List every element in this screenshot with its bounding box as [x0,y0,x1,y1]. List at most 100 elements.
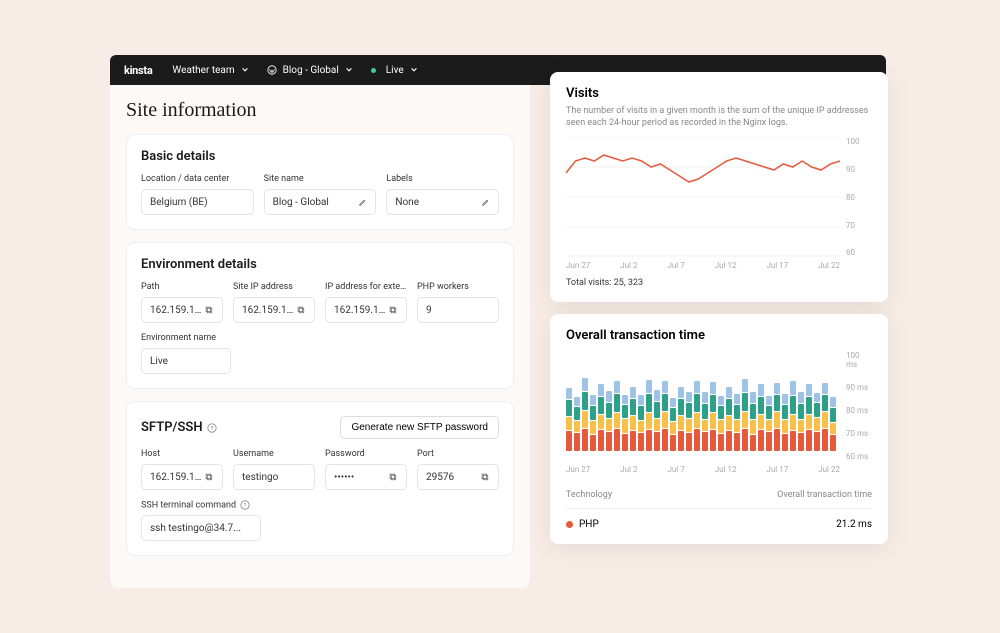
host-input[interactable]: 162.159.134.42 [141,464,223,490]
bar-segment [630,399,636,415]
bar-col [574,396,580,451]
bar-col [670,397,676,451]
pencil-icon[interactable] [481,198,490,207]
copy-icon[interactable] [389,473,398,482]
bar-segment [782,394,788,404]
bar-col [622,394,628,451]
copy-icon[interactable] [297,306,306,315]
x-tick: Jul 2 [620,465,637,474]
phpworkers-input[interactable]: 9 [417,297,499,323]
envname-input[interactable]: Live [141,348,231,374]
bar-segment [574,407,580,421]
x-tick: Jul 17 [766,465,788,474]
brand-logo: kinsta [124,64,152,77]
bar-col [598,383,604,451]
env-selector[interactable]: Live [371,65,418,76]
bar-segment [662,394,668,411]
bar-segment [798,420,804,432]
bar-segment [830,423,836,434]
labels-input[interactable]: None [386,189,499,215]
bar-segment [750,392,756,403]
bar-col [742,378,748,451]
bar-segment [590,435,596,451]
location-input[interactable]: Belgium (BE) [141,189,254,215]
bar-segment [710,382,716,394]
tech-header-row: Technology Overall transaction time [566,480,872,509]
bar-segment [782,405,788,419]
bar-segment [566,388,572,399]
bar-segment [670,408,676,422]
port-input[interactable]: 29576 [417,464,499,490]
bar-segment [790,381,796,395]
bar-segment [646,380,652,394]
help-icon[interactable]: ? [203,420,217,435]
bar-segment [694,394,700,412]
x-tick: Jul 7 [667,465,684,474]
bar-col [790,380,796,451]
bar-segment [766,420,772,431]
bar-segment [574,433,580,451]
extip-input[interactable]: 162.159.134.42 [325,297,407,323]
bar-segment [590,395,596,405]
copy-icon[interactable] [481,473,490,482]
tech-name-label: PHP [579,519,599,530]
bar-segment [814,418,820,432]
path-label: Path [141,282,223,292]
bar-col [702,391,708,451]
bar-col [774,382,780,451]
bar-segment [806,384,812,396]
bar-segment [654,419,660,432]
copy-icon[interactable] [389,306,398,315]
site-selector[interactable]: Blog - Global [267,65,353,76]
bar-col [718,395,724,451]
x-tick: Jul 7 [667,261,684,270]
bar-segment [686,433,692,451]
bar-segment [686,419,692,433]
bar-segment [766,396,772,405]
bar-segment [606,419,612,431]
bar-segment [598,397,604,414]
sitename-input[interactable]: Blog - Global [264,189,377,215]
transaction-chart: 100 ms90 ms80 ms70 ms60 ms [566,351,872,461]
generate-password-button[interactable]: Generate new SFTP password [340,416,499,439]
bar-segment [654,390,660,401]
bar-segment [694,381,700,394]
bar-segment [726,431,732,451]
copy-icon[interactable] [205,306,214,315]
help-icon[interactable]: ? [236,500,250,510]
bar-segment [742,429,748,452]
team-selector-label: Weather team [172,65,234,76]
bar-segment [566,400,572,416]
bar-segment [702,432,708,451]
bar-segment [670,422,676,434]
bar-segment [678,431,684,451]
transaction-card: Overall transaction time 100 ms90 ms80 m… [550,314,888,544]
bar-segment [766,406,772,420]
team-selector[interactable]: Weather team [172,65,248,76]
labels-label: Labels [386,174,499,184]
sftp-title: SFTP/SSH? [141,420,217,435]
chevron-down-icon [345,66,353,74]
username-input[interactable]: testingo [233,464,315,490]
copy-icon[interactable] [205,473,214,482]
pencil-icon[interactable] [358,198,367,207]
sshcmd-input[interactable]: ssh testingo@34.7... [141,515,261,541]
bar-segment [822,395,828,411]
bar-segment [662,381,668,393]
siteip-input[interactable]: 162.159.134.42 [233,297,315,323]
password-input[interactable]: •••••• [325,464,407,490]
page-body: Site information Basic details Location … [110,85,530,588]
y-tick: 70 [846,221,872,230]
bar-segment [702,404,708,419]
bar-segment [718,420,724,433]
bar-col [614,380,620,451]
bar-segment [766,432,772,451]
bar-segment [814,393,820,402]
bar-segment [782,434,788,451]
bar-segment [662,412,668,427]
x-tick: Jun 27 [566,261,590,270]
path-input[interactable]: 162.159.134.42 [141,297,223,323]
x-tick: Jun 27 [566,465,590,474]
port-label: Port [417,449,499,459]
bar-col [566,387,572,451]
